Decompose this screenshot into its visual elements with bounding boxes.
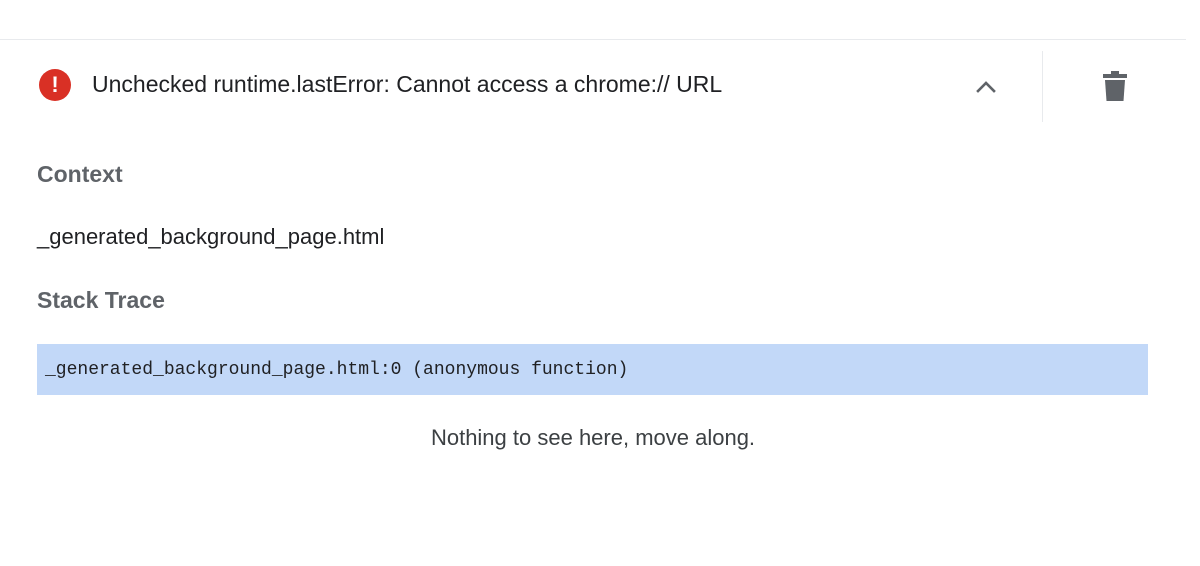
trash-icon — [1103, 71, 1127, 101]
stack-trace-heading: Stack Trace — [37, 287, 165, 313]
collapse-button[interactable] — [966, 66, 1006, 106]
delete-button[interactable] — [1094, 65, 1136, 107]
action-divider — [1042, 51, 1043, 122]
error-message: Unchecked runtime.lastError: Cannot acce… — [92, 71, 723, 97]
error-circle-icon: ! — [39, 69, 71, 101]
chevron-up-icon — [976, 81, 996, 93]
error-entry: ! Unchecked runtime.lastError: Cannot ac… — [0, 40, 1186, 128]
context-heading: Context — [37, 161, 123, 187]
stack-trace-list: _generated_background_page.html:0 (anony… — [37, 344, 1148, 395]
context-value: _generated_background_page.html — [37, 224, 385, 249]
stack-frame-selected[interactable]: _generated_background_page.html:0 (anony… — [37, 344, 1148, 395]
code-empty-message: Nothing to see here, move along. — [430, 425, 756, 450]
